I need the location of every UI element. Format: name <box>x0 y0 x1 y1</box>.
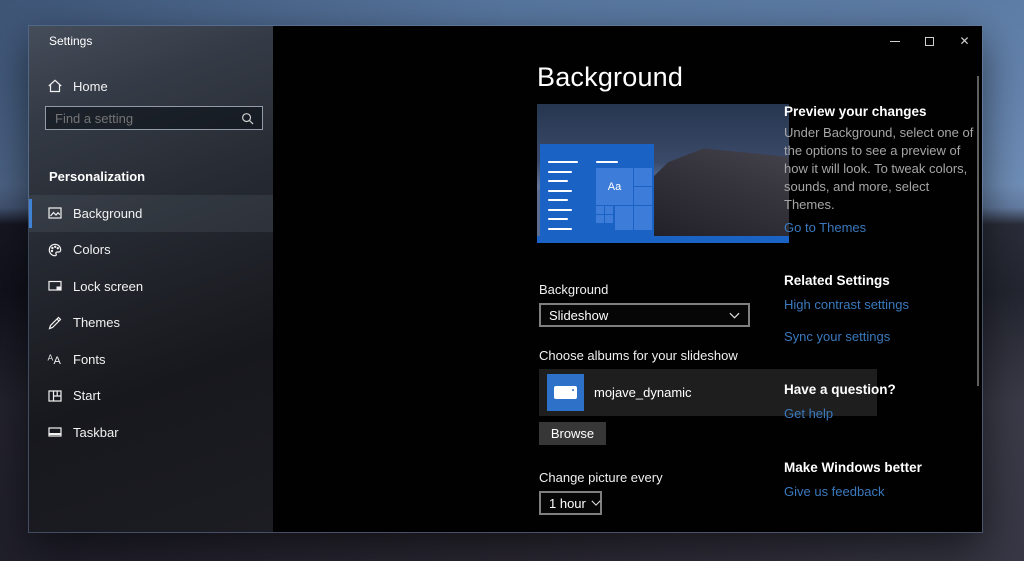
svg-text:A: A <box>54 355 62 367</box>
minimize-icon <box>890 41 900 42</box>
vertical-scrollbar[interactable] <box>977 76 979 386</box>
maximize-button[interactable] <box>912 26 947 56</box>
sidebar-item-label: Background <box>73 206 142 221</box>
preview-tile-grid: Aa <box>596 168 652 230</box>
sidebar-item-label: Themes <box>73 315 120 330</box>
preview-changes-text: Under Background, select one of the opti… <box>784 124 980 214</box>
window-caption-buttons: ✕ <box>877 26 982 56</box>
sidebar-item-themes[interactable]: Themes <box>29 305 273 342</box>
help-column: Preview your changes Under Background, s… <box>784 104 980 499</box>
palette-icon <box>47 242 63 258</box>
home-icon <box>47 78 63 94</box>
dropdown-selected-value: 1 hour <box>541 496 586 511</box>
sync-your-settings-link[interactable]: Sync your settings <box>784 329 890 344</box>
sidebar-item-fonts[interactable]: A A Fonts <box>29 341 273 378</box>
chevron-down-icon <box>729 312 740 319</box>
sidebar-item-label: Lock screen <box>73 279 143 294</box>
sidebar: Settings Home Personalization <box>29 26 273 532</box>
settings-window: Settings Home Personalization <box>28 25 983 533</box>
desktop-wallpaper: Settings Home Personalization <box>0 0 1024 561</box>
sidebar-item-label: Fonts <box>73 352 106 367</box>
related-settings-heading: Related Settings <box>784 273 980 288</box>
image-icon <box>47 205 63 221</box>
preview-start-menu: Aa <box>540 144 654 236</box>
fonts-icon: A A <box>47 351 63 367</box>
browse-button[interactable]: Browse <box>539 422 606 445</box>
sidebar-item-lock-screen[interactable]: Lock screen <box>29 268 273 305</box>
minimize-button[interactable] <box>877 26 912 56</box>
album-picture-icon <box>547 374 584 411</box>
preview-aa-tile: Aa <box>596 168 633 205</box>
sidebar-item-taskbar[interactable]: Taskbar <box>29 414 273 451</box>
chevron-down-icon <box>591 500 601 506</box>
themes-icon <box>47 315 63 331</box>
preview-changes-heading: Preview your changes <box>784 104 980 119</box>
sidebar-item-label: Colors <box>73 242 111 257</box>
background-type-dropdown[interactable]: Slideshow <box>539 303 750 327</box>
background-dropdown-label: Background <box>539 282 608 297</box>
make-windows-better-heading: Make Windows better <box>784 460 980 475</box>
sidebar-nav: Background Colors <box>29 195 273 451</box>
close-icon: ✕ <box>959 34 969 48</box>
page-title: Background <box>537 62 683 93</box>
dropdown-selected-value: Slideshow <box>541 308 729 323</box>
window-title: Settings <box>49 34 92 48</box>
high-contrast-settings-link[interactable]: High contrast settings <box>784 297 909 312</box>
search-box[interactable] <box>45 106 263 130</box>
content-area: ✕ Background Aa <box>273 26 982 532</box>
sidebar-item-home[interactable]: Home <box>29 70 273 102</box>
have-a-question-heading: Have a question? <box>784 382 980 397</box>
taskbar-icon <box>47 424 63 440</box>
sidebar-item-label: Home <box>73 79 108 94</box>
search-icon[interactable] <box>241 112 254 125</box>
start-icon <box>47 388 63 404</box>
preview-menu-list <box>548 161 578 243</box>
preview-taskbar <box>537 236 789 243</box>
sidebar-item-colors[interactable]: Colors <box>29 232 273 269</box>
preview-tiles-header <box>596 161 618 163</box>
interval-dropdown[interactable]: 1 hour <box>539 491 602 515</box>
lock-screen-icon <box>47 278 63 294</box>
interval-label: Change picture every <box>539 470 663 485</box>
give-us-feedback-link[interactable]: Give us feedback <box>784 484 884 499</box>
sidebar-item-label: Start <box>73 388 100 403</box>
sidebar-section-heading: Personalization <box>49 169 145 184</box>
background-preview-thumbnail: Aa <box>537 104 789 243</box>
get-help-link[interactable]: Get help <box>784 406 833 421</box>
search-input[interactable] <box>46 107 241 129</box>
go-to-themes-link[interactable]: Go to Themes <box>784 220 866 235</box>
sidebar-item-label: Taskbar <box>73 425 119 440</box>
album-name: mojave_dynamic <box>594 385 692 400</box>
albums-label: Choose albums for your slideshow <box>539 348 738 363</box>
sidebar-item-start[interactable]: Start <box>29 378 273 415</box>
close-button[interactable]: ✕ <box>947 26 982 56</box>
sidebar-item-background[interactable]: Background <box>29 195 273 232</box>
maximize-icon <box>925 37 934 46</box>
